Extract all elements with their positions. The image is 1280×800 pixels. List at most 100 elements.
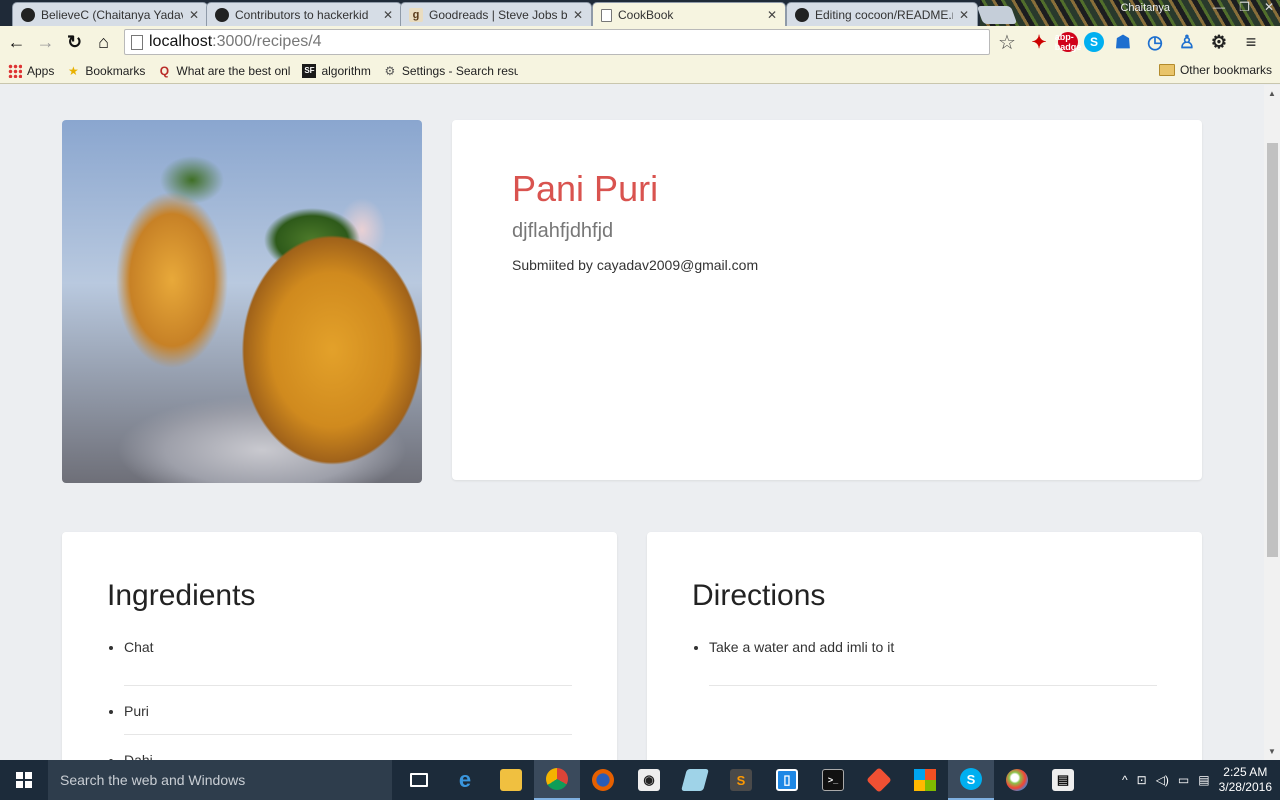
directions-list: Take a water and add imli to it [709,637,1157,686]
skype-taskbar-icon[interactable]: S [948,760,994,800]
recipe-image [62,120,422,483]
bookmark-label: Settings - Search resu [401,63,518,78]
bookmark-quora[interactable]: Q What are the best onl [157,63,291,78]
reload-icon[interactable]: ↻ [60,28,89,56]
close-icon[interactable]: ✕ [189,8,199,22]
system-tray: ^ ⊡ ◁) ▭ ▤ 2:25 AM 3/28/2016 [1122,760,1272,800]
close-icon[interactable]: ✕ [383,8,393,22]
sublime-icon[interactable]: S [718,760,764,800]
file-explorer-icon[interactable] [488,760,534,800]
window-controls: ― ❐ ✕ [1213,0,1274,14]
star-icon: ★ [67,63,79,78]
extension-bar: ☆ ✦ abp-badge S ☗ ◷ ♙ ⚙ ≡ [994,29,1264,55]
recipe-info-card: Pani Puri djflahfjdhfjd Submiited by cay… [452,120,1202,480]
action-center-icon[interactable]: ▤ [1198,773,1209,787]
cmd-icon[interactable]: >_ [810,760,856,800]
movie-maker-icon[interactable]: ▤ [1040,760,1086,800]
firefox-icon[interactable] [580,760,626,800]
page-scrollbar[interactable]: ▲ ▼ [1264,85,1280,760]
bookmark-algorithm[interactable]: SF algorithm [302,63,371,78]
battery-icon[interactable]: ▭ [1178,773,1189,787]
bookmarks-bar: Apps ★ Bookmarks Q What are the best onl… [0,58,1280,84]
windows-taskbar: Search the web and Windows e ◉ S ▯ >_ S … [0,760,1280,800]
address-bar[interactable]: localhost:3000/recipes/4 [124,29,990,55]
tab-title: BelieveC (Chaitanya Yadav [41,7,183,22]
bookmark-settings[interactable]: ⚙ Settings - Search resu [383,63,518,78]
lastpass-icon[interactable]: ✦ [1026,29,1052,55]
tab-editing-cocoon[interactable]: Editing cocoon/README.m ✕ [786,2,978,26]
chrome-icon[interactable] [534,760,580,800]
github-icon [795,7,809,22]
task-view-icon[interactable] [396,760,442,800]
camera-icon[interactable]: ◉ [626,760,672,800]
profile-name[interactable]: Chaitanya [1120,2,1170,14]
home-icon[interactable]: ⌂ [89,28,118,56]
tab-goodreads[interactable]: g Goodreads | Steve Jobs b ✕ [400,2,592,26]
bookmark-bookmarks[interactable]: ★ Bookmarks [66,64,145,78]
close-window-icon[interactable]: ✕ [1264,0,1274,14]
tab-believec[interactable]: BelieveC (Chaitanya Yadav ✕ [12,2,208,26]
tab-strip: BelieveC (Chaitanya Yadav ✕ Contributors… [0,0,1280,26]
back-icon[interactable]: ← [2,28,31,56]
ghostery-icon[interactable]: ☗ [1110,29,1136,55]
forward-icon[interactable]: → [31,28,60,56]
other-bookmarks[interactable]: Other bookmarks [1158,63,1272,77]
paint-icon[interactable] [994,760,1040,800]
recipe-submitter: Submiited by cayadav2009@gmail.com [512,257,759,273]
quora-icon: Q [159,63,170,78]
page-icon [601,8,612,22]
edge-icon[interactable]: e [442,760,488,800]
close-icon[interactable]: ✕ [959,8,969,22]
office-icon[interactable] [902,760,948,800]
scroll-thumb[interactable] [1267,143,1278,557]
history-icon[interactable]: ◷ [1142,29,1168,55]
adblock-icon[interactable]: abp-badge [1055,32,1081,52]
tab-title: Goodreads | Steve Jobs b [429,7,567,22]
network-icon[interactable]: ⊡ [1137,773,1147,787]
maximize-icon[interactable]: ❐ [1239,0,1250,14]
bookmark-label: Bookmarks [85,63,146,78]
ingredient-item: Puri [124,686,572,735]
tab-title: CookBook [618,8,674,22]
notes-icon[interactable] [672,760,718,800]
tab-cookbook[interactable]: CookBook ✕ [592,2,786,26]
bookmark-apps[interactable]: Apps [8,63,54,78]
page-icon [131,34,143,50]
apps-icon [8,63,22,78]
profile-extension-icon[interactable]: ♙ [1174,29,1200,55]
scroll-down-icon[interactable]: ▼ [1268,747,1276,756]
sf-icon: SF [302,63,317,78]
start-button[interactable] [0,760,48,800]
directions-heading: Directions [692,579,826,612]
gear-icon: ⚙ [384,63,396,78]
ingredient-item: Dahi [124,735,572,760]
chevron-up-icon[interactable]: ^ [1122,773,1128,787]
minimize-icon[interactable]: ― [1213,0,1225,14]
url-path: :3000/recipes/4 [212,33,322,50]
git-icon[interactable] [856,760,902,800]
close-icon[interactable]: ✕ [767,8,777,22]
scroll-up-icon[interactable]: ▲ [1268,89,1276,98]
goodreads-icon: g [409,7,423,22]
ingredients-card: Ingredients Chat Puri Dahi [62,532,617,760]
new-tab-button[interactable] [976,6,1018,24]
volume-icon[interactable]: ◁) [1156,773,1169,787]
taskbar-search[interactable]: Search the web and Windows [48,760,392,800]
clock[interactable]: 2:25 AM 3/28/2016 [1219,765,1272,795]
bookmark-label: What are the best onl [176,63,291,78]
folder-icon [1158,64,1175,76]
close-icon[interactable]: ✕ [573,8,583,22]
clock-time: 2:25 AM [1223,765,1268,779]
recipe-description: djflahfjdhfjd [512,220,614,242]
bookmark-star-icon[interactable]: ☆ [994,29,1020,55]
windows-logo-icon [16,772,32,788]
menu-icon[interactable]: ≡ [1238,29,1264,55]
page-viewport: Pani Puri djflahfjdhfjd Submiited by cay… [0,85,1264,760]
tab-contributors[interactable]: Contributors to hackerkid ✕ [206,2,402,26]
settings-gear-icon[interactable]: ⚙ [1206,29,1232,55]
skype-icon[interactable]: S [1084,32,1104,52]
github-icon [21,7,35,22]
recipe-title: Pani Puri [512,168,659,209]
terminal-app-icon[interactable]: ▯ [764,760,810,800]
direction-item: Take a water and add imli to it [709,637,1157,686]
